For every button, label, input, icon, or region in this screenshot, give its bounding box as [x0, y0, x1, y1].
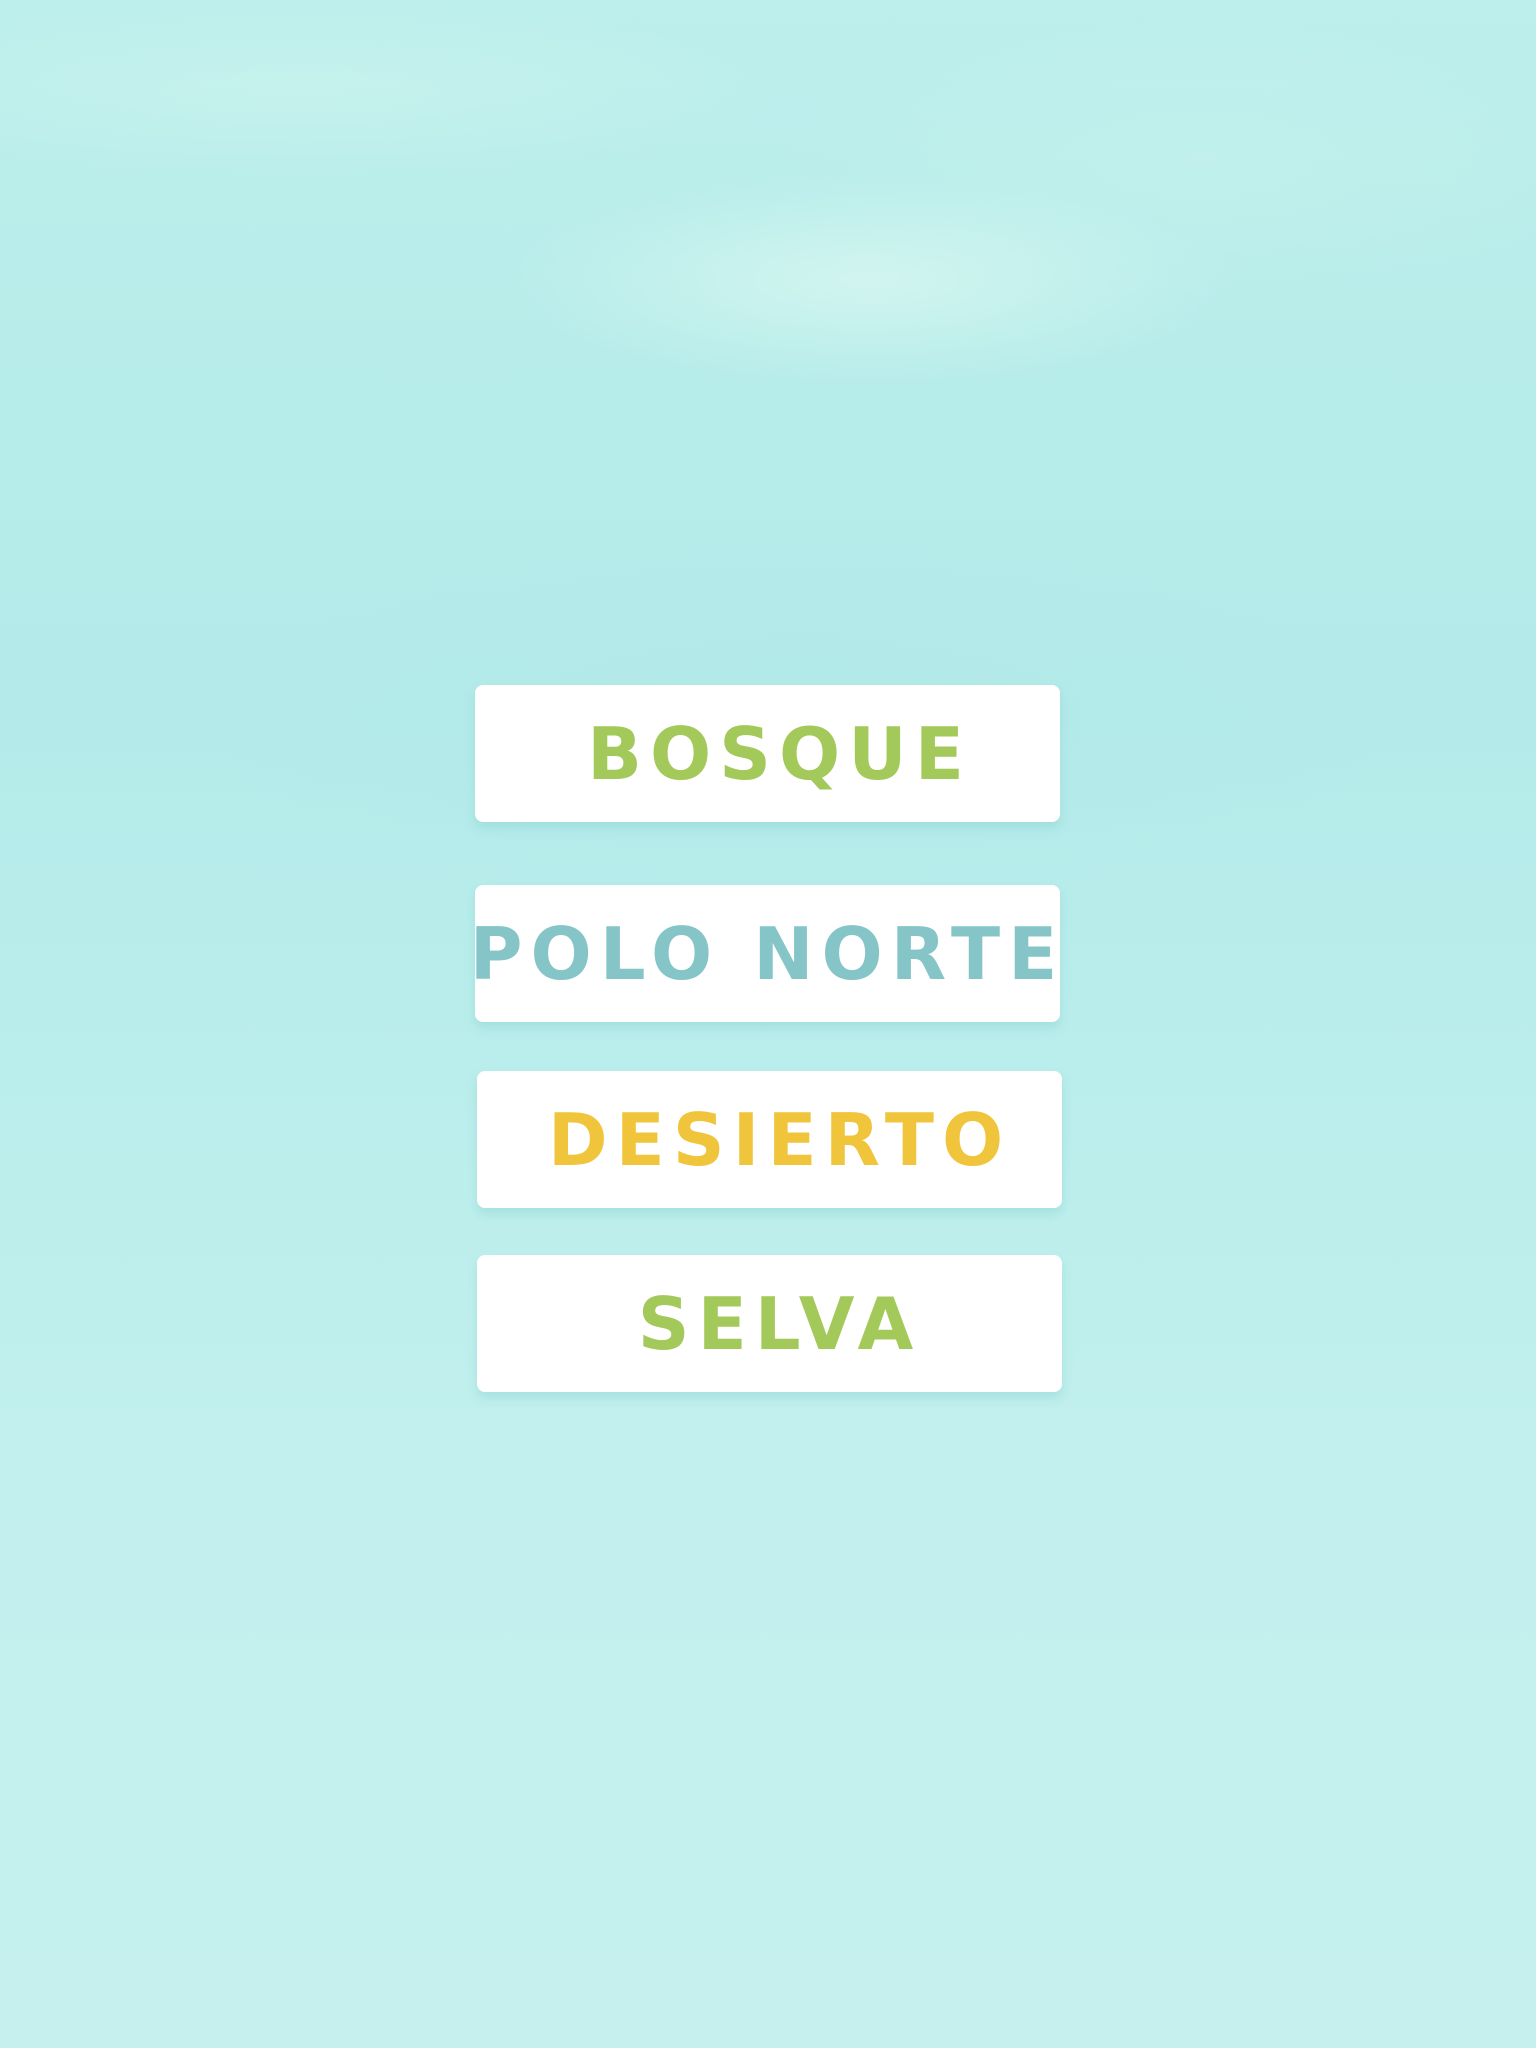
desierto-button[interactable]: DESIERTO — [477, 1071, 1062, 1208]
selva-label: SELVA — [637, 1281, 922, 1366]
bosque-button[interactable]: BOSQUE — [475, 685, 1060, 822]
bosque-label: BOSQUE — [587, 711, 972, 796]
polo-norte-button[interactable]: POLO NORTE — [470, 885, 1060, 1022]
polo-norte-label: POLO NORTE — [469, 911, 1066, 996]
desierto-label: DESIERTO — [547, 1097, 1012, 1182]
selva-button[interactable]: SELVA — [477, 1255, 1062, 1392]
habitat-menu: BOSQUE POLO NORTE DESIERTO SELVA — [0, 0, 1536, 2048]
